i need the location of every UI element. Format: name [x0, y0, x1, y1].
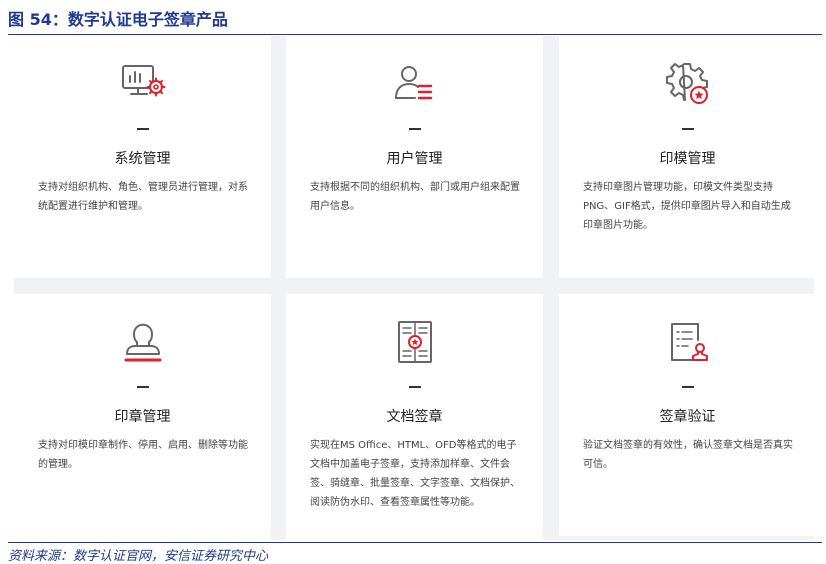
card-seal-management: 印章管理 支持对印模印章制作、停用、启用、删除等功能的管理。 [14, 294, 271, 540]
monitor-gear-icon [119, 60, 167, 108]
seal-stamp-icon [119, 318, 167, 366]
card-description: 支持对组织机构、角色、管理员进行管理，对系统配置进行维护和管理。 [38, 182, 248, 212]
card-title: 文档签章 [386, 409, 443, 425]
divider-dash [408, 128, 421, 130]
card-document-signing: 文档签章 实现在MS Office、HTML、OFD等格式的电子文档中加盖电子签… [286, 294, 543, 540]
divider-dash [408, 386, 421, 388]
card-title: 印模管理 [659, 151, 716, 167]
divider-dash [136, 128, 149, 130]
card-system-management: 系统管理 支持对组织机构、角色、管理员进行管理，对系统配置进行维护和管理。 [14, 36, 271, 278]
gear-stamp-icon [664, 60, 712, 108]
source-note: 资料来源：数字认证官网，安信证券研究中心 [8, 549, 269, 564]
card-description: 支持印章图片管理功能，印模文件类型支持PNG、GIF格式，提供印章图片导入和自动… [583, 182, 791, 231]
divider-dash [681, 386, 694, 388]
card-description: 支持根据不同的组织机构、部门或用户组来配置用户信息。 [310, 182, 520, 212]
title-divider [8, 34, 822, 35]
divider-dash [681, 128, 694, 130]
user-list-icon [391, 60, 439, 108]
card-seal-template-management: 印模管理 支持印章图片管理功能，印模文件类型支持PNG、GIF格式，提供印章图片… [559, 36, 816, 278]
document-seal-icon [391, 318, 439, 366]
card-description: 验证文档签章的有效性，确认签章文档是否真实可信。 [583, 440, 793, 470]
clipboard-verify-icon [664, 318, 712, 366]
divider-dash [136, 386, 149, 388]
product-panel: 系统管理 支持对组织机构、角色、管理员进行管理，对系统配置进行维护和管理。 用户… [14, 36, 816, 540]
card-title: 系统管理 [114, 151, 171, 167]
figure-title: 图 54：数字认证电子签章产品 [8, 10, 228, 29]
footer-divider [8, 542, 822, 543]
card-description: 支持对印模印章制作、停用、启用、删除等功能的管理。 [38, 440, 248, 470]
card-description: 实现在MS Office、HTML、OFD等格式的电子文档中加盖电子签章，支持添… [310, 440, 520, 508]
card-title: 印章管理 [114, 409, 171, 425]
card-user-management: 用户管理 支持根据不同的组织机构、部门或用户组来配置用户信息。 [286, 36, 543, 278]
card-signature-verification: 签章验证 验证文档签章的有效性，确认签章文档是否真实可信。 [559, 294, 816, 536]
card-title: 签章验证 [659, 409, 716, 425]
card-title: 用户管理 [386, 151, 443, 167]
